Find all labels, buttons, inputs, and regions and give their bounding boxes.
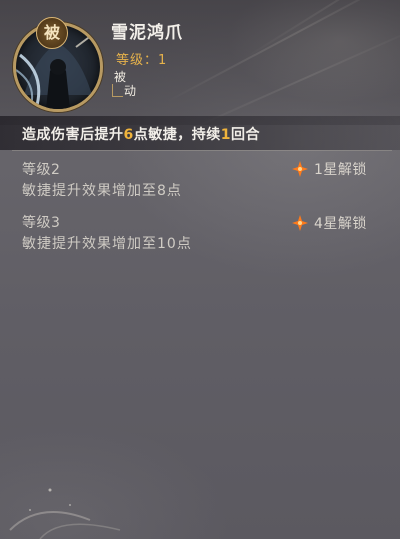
skill-type-char-2: 动 — [124, 84, 137, 98]
upgrade-level-label: 等级3 — [22, 215, 61, 231]
passive-badge: 被 — [36, 17, 68, 49]
tag-frame — [112, 84, 123, 97]
decorative-sparkle — [9, 488, 121, 539]
skill-effect-text: 造成伤害后提升6点敏捷，持续1回合 — [22, 124, 260, 144]
skill-name: 雪泥鸿爪 — [111, 23, 183, 43]
effect-value: 6 — [123, 127, 134, 143]
unlock-requirement: 4星解锁 — [314, 216, 367, 232]
orange-star-icon — [292, 215, 308, 231]
skill-type-tag: 被 动 — [112, 68, 140, 100]
upgrade-unlock: 4星解锁 — [292, 213, 392, 233]
upgrade-level-label: 等级2 — [22, 162, 61, 178]
skill-detail-panel: 被 雪泥鸿爪 等级：1 被 动 造成伤害后提升6点敏捷，持续1回合 等级2 1星… — [0, 0, 400, 539]
effect-text-part: 造成伤害后提升 — [22, 127, 124, 143]
effect-value: 1 — [220, 127, 231, 143]
orange-star-icon — [292, 161, 308, 177]
divider — [12, 150, 392, 151]
effect-text-part: 回合 — [231, 127, 260, 143]
unlock-requirement: 1星解锁 — [314, 162, 367, 178]
upgrade-description: 敏捷提升效果增加至10点 — [22, 236, 192, 252]
effect-text-part: 点敏捷，持续 — [133, 127, 221, 143]
skill-level: 等级：1 — [116, 53, 168, 68]
upgrade-description: 敏捷提升效果增加至8点 — [22, 183, 182, 199]
upgrade-unlock: 1星解锁 — [292, 159, 392, 179]
